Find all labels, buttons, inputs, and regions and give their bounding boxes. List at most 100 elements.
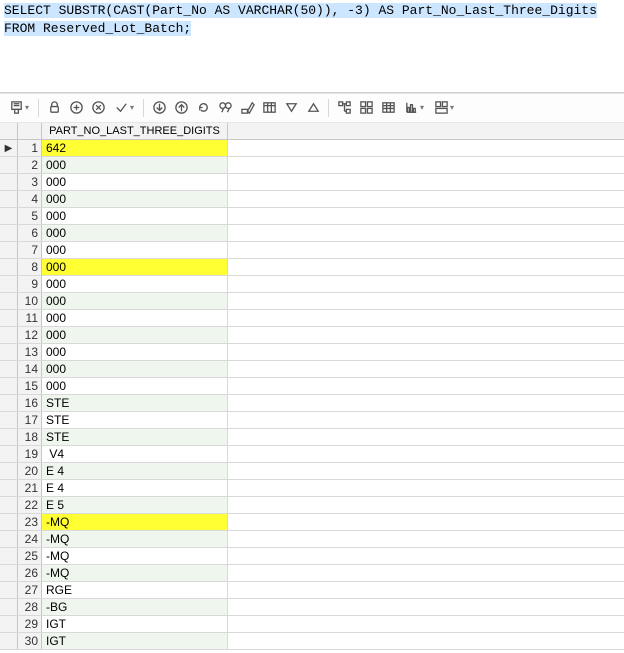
- row-indicator[interactable]: [0, 565, 18, 581]
- row-indicator[interactable]: [0, 157, 18, 173]
- corner-cell[interactable]: [0, 123, 18, 139]
- row-number[interactable]: 11: [18, 310, 42, 326]
- table-row[interactable]: 25-MQ: [0, 548, 624, 565]
- row-number[interactable]: 28: [18, 599, 42, 615]
- cell-value[interactable]: 000: [42, 344, 228, 360]
- cell-value[interactable]: 000: [42, 310, 228, 326]
- row-indicator[interactable]: [0, 616, 18, 632]
- row-number[interactable]: 23: [18, 514, 42, 530]
- row-number[interactable]: 2: [18, 157, 42, 173]
- table-row[interactable]: 16STE: [0, 395, 624, 412]
- add-icon[interactable]: [67, 99, 85, 117]
- table-row[interactable]: 7000: [0, 242, 624, 259]
- cell-value[interactable]: 000: [42, 208, 228, 224]
- row-indicator[interactable]: [0, 242, 18, 258]
- row-indicator[interactable]: [0, 412, 18, 428]
- row-indicator[interactable]: [0, 259, 18, 275]
- cell-value[interactable]: 000: [42, 378, 228, 394]
- row-indicator[interactable]: [0, 514, 18, 530]
- row-indicator[interactable]: [0, 378, 18, 394]
- table-row[interactable]: 28-BG: [0, 599, 624, 616]
- check-icon[interactable]: ▾: [111, 99, 137, 117]
- row-number[interactable]: 14: [18, 361, 42, 377]
- row-indicator[interactable]: [0, 310, 18, 326]
- table-row[interactable]: 20E 4: [0, 463, 624, 480]
- row-number[interactable]: 13: [18, 344, 42, 360]
- table-row[interactable]: ▶1642: [0, 140, 624, 157]
- table-row[interactable]: 11000: [0, 310, 624, 327]
- table-row[interactable]: 17STE: [0, 412, 624, 429]
- cell-value[interactable]: 000: [42, 242, 228, 258]
- row-indicator[interactable]: [0, 361, 18, 377]
- cell-value[interactable]: RGE: [42, 582, 228, 598]
- row-indicator[interactable]: [0, 548, 18, 564]
- columns-icon[interactable]: [260, 99, 278, 117]
- cell-value[interactable]: V4: [42, 446, 228, 462]
- download-icon[interactable]: [150, 99, 168, 117]
- layout-icon[interactable]: ▾: [431, 99, 457, 117]
- row-number[interactable]: 21: [18, 480, 42, 496]
- sql-editor[interactable]: SELECT SUBSTR(CAST(Part_No AS VARCHAR(50…: [0, 0, 624, 93]
- table-row[interactable]: 9000: [0, 276, 624, 293]
- row-indicator[interactable]: [0, 446, 18, 462]
- cell-value[interactable]: IGT: [42, 633, 228, 649]
- row-indicator[interactable]: ▶: [0, 140, 18, 156]
- table-row[interactable]: 19 V4: [0, 446, 624, 463]
- row-number[interactable]: 17: [18, 412, 42, 428]
- row-number[interactable]: 20: [18, 463, 42, 479]
- row-number[interactable]: 7: [18, 242, 42, 258]
- cell-value[interactable]: 000: [42, 327, 228, 343]
- table-row[interactable]: 18STE: [0, 429, 624, 446]
- cell-value[interactable]: STE: [42, 412, 228, 428]
- table-row[interactable]: 3000: [0, 174, 624, 191]
- table-row[interactable]: 5000: [0, 208, 624, 225]
- table-row[interactable]: 22E 5: [0, 497, 624, 514]
- refresh-icon[interactable]: [194, 99, 212, 117]
- row-indicator[interactable]: [0, 344, 18, 360]
- row-number[interactable]: 8: [18, 259, 42, 275]
- cell-value[interactable]: IGT: [42, 616, 228, 632]
- row-number[interactable]: 24: [18, 531, 42, 547]
- table-row[interactable]: 24-MQ: [0, 531, 624, 548]
- row-indicator[interactable]: [0, 174, 18, 190]
- cell-value[interactable]: 000: [42, 259, 228, 275]
- cell-value[interactable]: E 4: [42, 463, 228, 479]
- lock-icon[interactable]: [45, 99, 63, 117]
- upload-icon[interactable]: [172, 99, 190, 117]
- row-indicator[interactable]: [0, 480, 18, 496]
- row-number[interactable]: 27: [18, 582, 42, 598]
- cell-value[interactable]: -BG: [42, 599, 228, 615]
- filter-up-icon[interactable]: [304, 99, 322, 117]
- cell-value[interactable]: 000: [42, 225, 228, 241]
- column-header[interactable]: PART_NO_LAST_THREE_DIGITS: [42, 123, 228, 139]
- row-indicator[interactable]: [0, 463, 18, 479]
- table-row[interactable]: 27RGE: [0, 582, 624, 599]
- row-number[interactable]: 5: [18, 208, 42, 224]
- cell-value[interactable]: -MQ: [42, 548, 228, 564]
- row-indicator[interactable]: [0, 225, 18, 241]
- row-indicator[interactable]: [0, 395, 18, 411]
- cell-value[interactable]: 000: [42, 293, 228, 309]
- table-row[interactable]: 8000: [0, 259, 624, 276]
- chart-icon[interactable]: ▾: [401, 99, 427, 117]
- row-number[interactable]: 1: [18, 140, 42, 156]
- table-row[interactable]: 29IGT: [0, 616, 624, 633]
- row-indicator[interactable]: [0, 633, 18, 649]
- row-indicator[interactable]: [0, 429, 18, 445]
- row-indicator[interactable]: [0, 208, 18, 224]
- row-number[interactable]: 16: [18, 395, 42, 411]
- row-number[interactable]: 10: [18, 293, 42, 309]
- row-indicator[interactable]: [0, 327, 18, 343]
- grid-view-icon[interactable]: [379, 99, 397, 117]
- row-indicator[interactable]: [0, 599, 18, 615]
- cell-value[interactable]: -MQ: [42, 514, 228, 530]
- row-number[interactable]: 19: [18, 446, 42, 462]
- cell-value[interactable]: 000: [42, 276, 228, 292]
- table-row[interactable]: 13000: [0, 344, 624, 361]
- tree-view-icon[interactable]: [335, 99, 353, 117]
- row-number[interactable]: 12: [18, 327, 42, 343]
- row-number[interactable]: 6: [18, 225, 42, 241]
- rownum-header[interactable]: [18, 123, 42, 139]
- table-row[interactable]: 26-MQ: [0, 565, 624, 582]
- tiles-view-icon[interactable]: [357, 99, 375, 117]
